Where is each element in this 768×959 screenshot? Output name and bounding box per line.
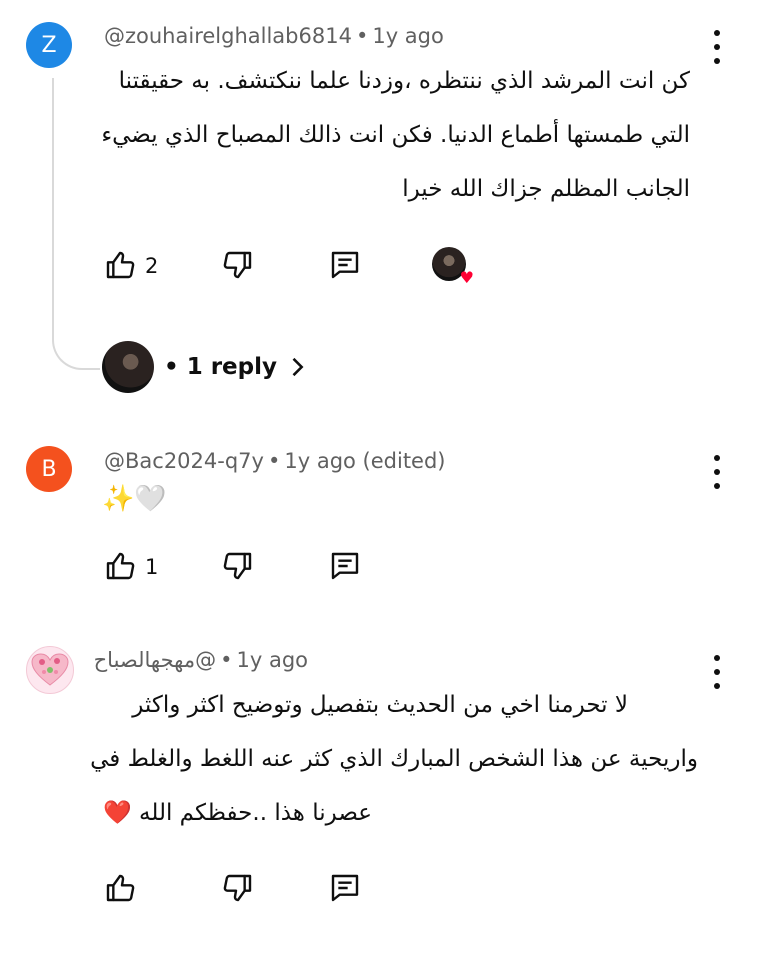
more-options-button[interactable] (704, 30, 730, 64)
comment-meta: 1y ago•@مهجهالصباح (93, 648, 308, 672)
replies-count: • 1 reply (164, 354, 278, 380)
dislike-button[interactable] (218, 868, 258, 908)
thumbs-up-icon (106, 874, 135, 902)
author-name[interactable]: @مهجهالصباح (94, 648, 216, 672)
timestamp: 1y ago (372, 24, 444, 48)
dislike-button[interactable] (218, 245, 258, 285)
avatar[interactable]: B (26, 446, 72, 492)
more-vert-icon (714, 455, 720, 461)
more-vert-icon (714, 30, 720, 36)
comment-text-line: الجانب المظلم جزاك الله خيرا (402, 176, 690, 202)
author-name[interactable]: @Bac2024-q7y (104, 449, 264, 473)
like-count: 2 (145, 254, 159, 278)
creator-heart-badge: ♥ (432, 247, 474, 287)
comment-reply-icon (331, 874, 359, 902)
reply-avatar (102, 341, 154, 393)
like-button[interactable] (100, 868, 140, 908)
flower-heart-icon (31, 653, 69, 686)
thumbs-up-icon (106, 251, 135, 279)
thumbs-down-icon (223, 874, 252, 902)
timestamp: 1y ago (236, 648, 308, 672)
chevron-right-icon (292, 357, 304, 377)
reply-button[interactable] (325, 245, 365, 285)
reply-button[interactable] (325, 868, 365, 908)
more-options-button[interactable] (704, 655, 730, 689)
comment-meta: @Bac2024-q7y • 1y ago (edited) (104, 449, 446, 473)
comment-meta: @zouhairelghallab6814 • 1y ago (104, 24, 444, 48)
reply-thread-line (52, 78, 100, 370)
thumbs-down-icon (223, 552, 252, 580)
thumbs-down-icon (223, 251, 252, 279)
more-vert-icon (714, 655, 720, 661)
view-replies-button[interactable]: • 1 reply (102, 340, 311, 394)
timestamp: 1y ago (edited) (284, 449, 446, 473)
comment-text-line: كن انت المرشد الذي ننتظره ،وزدنا علما نن… (118, 68, 690, 94)
comment-text-line: واريحية عن هذا الشخص المبارك الذي كثر عن… (90, 746, 698, 772)
thumbs-up-icon (106, 552, 135, 580)
author-name[interactable]: @zouhairelghallab6814 (104, 24, 352, 48)
comment-text-line: عصرنا هذا ..حفظكم الله ❤️ (103, 800, 372, 826)
comment-text-line: لا تحرمنا اخي من الحديث بتفصيل وتوضيح اك… (132, 692, 628, 718)
more-options-button[interactable] (704, 455, 730, 489)
comment-reply-icon (331, 552, 359, 580)
comment-text: ✨🤍 (102, 484, 167, 514)
heart-icon: ♥ (459, 268, 474, 287)
like-button[interactable] (100, 245, 140, 285)
avatar[interactable]: Z (26, 22, 72, 68)
like-button[interactable] (100, 546, 140, 586)
like-count: 1 (145, 555, 159, 579)
reply-button[interactable] (325, 546, 365, 586)
avatar[interactable] (26, 646, 74, 694)
comment-text-line: التي طمستها أطماع الدنيا. فكن انت ذالك ا… (101, 122, 690, 148)
comment-reply-icon (331, 251, 359, 279)
dislike-button[interactable] (218, 546, 258, 586)
